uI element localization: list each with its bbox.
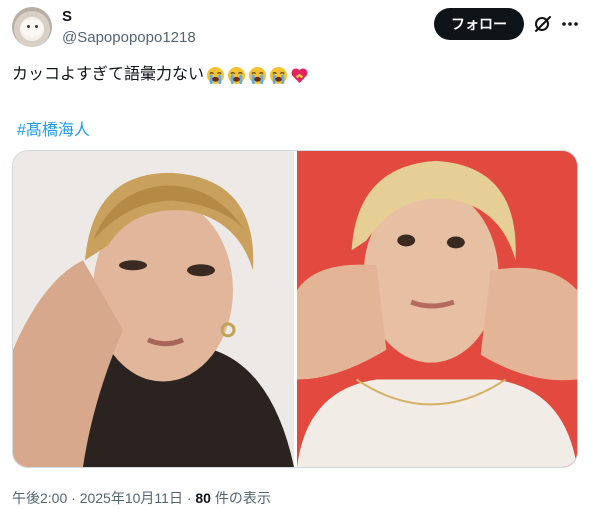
author-handle[interactable]: @Sapopopopo1218 xyxy=(62,29,196,46)
avatar-face xyxy=(21,19,43,37)
view-suffix: 件の表示 xyxy=(210,490,271,506)
follow-button[interactable]: フォロー xyxy=(434,8,524,40)
photo-right[interactable] xyxy=(297,151,577,467)
media-grid[interactable] xyxy=(12,150,578,468)
hashtag-link[interactable]: #髙橋海人 xyxy=(17,116,90,140)
loudly-crying-face-icon xyxy=(206,66,225,84)
grok-icon[interactable] xyxy=(533,14,553,34)
view-count: 80 xyxy=(195,490,211,506)
more-options-icon[interactable] xyxy=(560,14,580,34)
photo-portrait-right-icon xyxy=(297,151,577,467)
avatar[interactable] xyxy=(12,7,52,47)
avatar-eye-right xyxy=(35,25,38,28)
heart-with-ribbon-icon xyxy=(291,67,308,83)
loudly-crying-face-icon xyxy=(269,66,288,84)
loudly-crying-face-icon xyxy=(227,66,246,84)
tweet-meta: 午後2:00 · 2025年10月11日 · 80 件の表示 xyxy=(12,488,271,508)
photo-left[interactable] xyxy=(13,151,294,467)
author-display-name[interactable]: S xyxy=(62,8,72,25)
timestamp[interactable]: 午後2:00 · 2025年10月11日 · xyxy=(12,490,195,506)
photo-portrait-left-icon xyxy=(13,151,294,467)
tweet-text: カッコよすぎて語彙力ない xyxy=(12,64,309,86)
tweet-text-body: カッコよすぎて語彙力ない xyxy=(12,66,205,83)
avatar-eye-left xyxy=(27,25,30,28)
loudly-crying-face-icon xyxy=(248,66,267,84)
